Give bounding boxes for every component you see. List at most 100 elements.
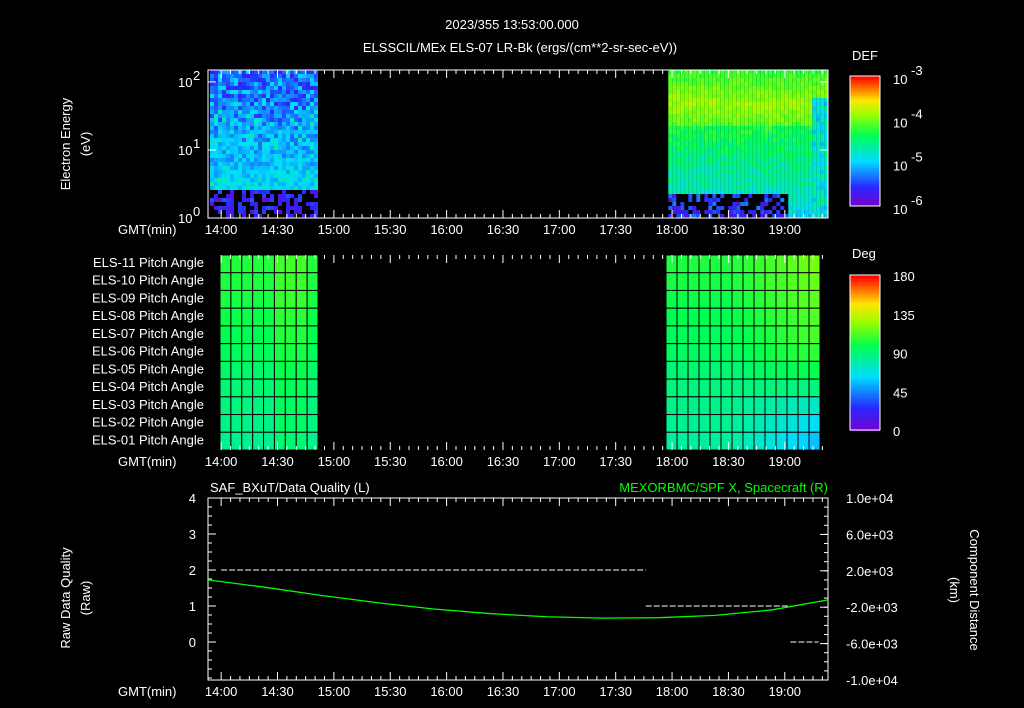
spectrogram-cell [704, 110, 709, 114]
spectrogram-cell [784, 186, 789, 190]
spectrogram-cell [712, 150, 717, 154]
spectrogram-cell [736, 106, 741, 110]
spectrogram-cell [286, 110, 290, 114]
spectrogram-cell [760, 158, 765, 162]
spectrogram-cell [246, 182, 250, 186]
spectrogram-cell [748, 138, 753, 142]
spectrogram-cell [222, 130, 226, 134]
spectrogram-cell [728, 154, 733, 158]
pitch-angle-cell [241, 360, 254, 380]
spectrogram-cell [748, 134, 753, 138]
pitch-angle-cell [230, 289, 243, 309]
spectrogram-cell [752, 162, 757, 166]
spectrogram-cell [274, 110, 278, 114]
spectrogram-cell [692, 98, 697, 102]
spectrogram-cell [298, 162, 302, 166]
spectrogram-cell [210, 82, 214, 86]
spectrogram-cell [684, 114, 689, 118]
spectrogram-cell [294, 78, 298, 82]
spectrogram-cell [792, 122, 797, 126]
spectrogram-cell [302, 174, 306, 178]
spectrogram-cell [744, 134, 749, 138]
spectrogram-cell [306, 122, 310, 126]
spectrogram-cell [792, 158, 797, 162]
spectrogram-cell [704, 182, 709, 186]
spectrogram-cell [230, 174, 234, 178]
spectrogram-cell [692, 154, 697, 158]
spectrogram-cell [672, 74, 677, 78]
spectrogram-cell [290, 174, 294, 178]
spectrogram-cell [230, 198, 234, 202]
spectrogram-cell [290, 138, 294, 142]
spectrogram-cell [262, 146, 266, 150]
spectrogram-cell [720, 194, 725, 198]
spectrogram-cell [242, 166, 246, 170]
spectrogram-cell [752, 214, 757, 218]
spectrogram-cell [282, 102, 286, 106]
spectrogram-cell [756, 206, 761, 210]
spectrogram-cell [820, 118, 825, 122]
spectrogram-cell [270, 126, 274, 130]
spectrogram-cell [716, 110, 721, 114]
spectrogram-cell [258, 158, 262, 162]
colorbar-band [850, 411, 880, 413]
spectrogram-cell [800, 178, 805, 182]
spectrogram-cell [242, 186, 246, 190]
quality-title: SAF_BXuT/Data Quality (L) [210, 480, 370, 495]
pitch-angle-cell [230, 360, 243, 380]
spectrogram-cell [684, 150, 689, 154]
spectrogram-cell [262, 194, 266, 198]
spectrogram-cell [222, 206, 226, 210]
colorbar-band [850, 104, 880, 106]
spectrogram-cell [704, 190, 709, 194]
spectrogram-cell [752, 102, 757, 106]
spectrogram-cell [692, 78, 697, 82]
spectrogram-cell [800, 182, 805, 186]
spectrogram-cell [748, 142, 753, 146]
pitch-angle-cell [252, 396, 265, 416]
spectrogram-cell [804, 102, 809, 106]
spectrogram-cell [214, 70, 218, 74]
spectrogram-cell [816, 198, 821, 202]
spectrogram-cell [696, 122, 701, 126]
spectrogram-cell [780, 162, 785, 166]
spectrogram-cell [716, 94, 721, 98]
spectrogram-cell [282, 114, 286, 118]
spectrogram-cell [290, 94, 294, 98]
spectrogram-cell [282, 86, 286, 90]
pitch-angle-cell [241, 414, 254, 433]
spectrogram-cell [688, 150, 693, 154]
colorbar-band [850, 138, 880, 140]
spectrogram-cell [776, 122, 781, 126]
spectrogram-cell [816, 118, 821, 122]
spectrogram-cell [290, 86, 294, 90]
spectrogram-cell [294, 94, 298, 98]
spectrogram-cell [724, 138, 729, 142]
colorbar-band [850, 108, 880, 110]
pitch-angle-cell [219, 378, 232, 398]
spectrogram-cell [258, 142, 262, 146]
spectrogram-cell [298, 134, 302, 138]
spectrogram-cell [668, 206, 673, 210]
spectrogram-cell [310, 190, 314, 194]
spectrogram-cell [692, 126, 697, 130]
spectrogram-cell [792, 166, 797, 170]
spectrogram-cell [290, 170, 294, 174]
spectrogram-cell [210, 174, 214, 178]
spectrogram-cell [684, 178, 689, 182]
spectrogram-cell [222, 174, 226, 178]
spectrogram-cell [218, 174, 222, 178]
spectrogram-cell [306, 86, 310, 90]
spectrogram-cell [732, 102, 737, 106]
spectrogram-cell [684, 210, 689, 214]
spectrogram-cell [780, 78, 785, 82]
colorbar-band [850, 371, 880, 373]
spectrogram-cell [784, 106, 789, 110]
spectrogram-cell [796, 86, 801, 90]
spectrogram-cell [222, 70, 226, 74]
pitch-angle-cell [687, 343, 700, 362]
spectrogram-cell [800, 118, 805, 122]
spectrogram-cell [700, 118, 705, 122]
spectrogram-cell [780, 86, 785, 90]
spectrogram-cell [720, 162, 725, 166]
